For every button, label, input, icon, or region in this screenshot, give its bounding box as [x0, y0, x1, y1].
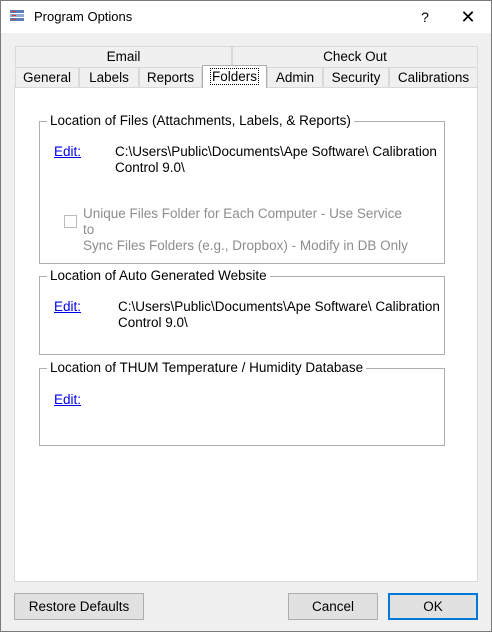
website-location-title: Location of Auto Generated Website: [47, 268, 270, 283]
tab-labels[interactable]: Labels: [79, 67, 139, 87]
tab-email-label: Email: [106, 49, 141, 64]
thum-database-location-title: Location of THUM Temperature / Humidity …: [47, 360, 367, 375]
tab-labels-label: Labels: [89, 70, 129, 85]
tab-security[interactable]: Security: [323, 67, 389, 87]
files-location-group: Location of Files (Attachments, Labels, …: [39, 113, 445, 264]
window-title: Program Options: [34, 9, 133, 24]
files-location-path-line2: Control 9.0\: [115, 160, 185, 175]
tab-check-out-label: Check Out: [323, 49, 387, 64]
tab-admin-label: Admin: [275, 70, 315, 85]
restore-defaults-button[interactable]: Restore Defaults: [14, 593, 144, 620]
tab-check-out[interactable]: Check Out: [232, 46, 478, 66]
tab-calibrations[interactable]: Calibrations: [389, 67, 478, 87]
website-location-path-line2: Control 9.0\: [118, 315, 188, 330]
unique-files-folder-label-line2: Sync Files Folders (e.g., Dropbox) - Mod…: [83, 238, 408, 253]
website-location-path: C:\Users\Public\Documents\Ape Software\ …: [118, 299, 440, 331]
files-location-title: Location of Files (Attachments, Labels, …: [47, 113, 354, 128]
tab-security-label: Security: [331, 70, 381, 85]
tab-reports-label: Reports: [146, 70, 195, 85]
ok-button[interactable]: OK: [388, 593, 478, 620]
unique-files-folder-label: Unique Files Folder for Each Computer - …: [83, 206, 413, 254]
unique-files-folder-label-line1: Unique Files Folder for Each Computer - …: [83, 206, 402, 237]
title-bar: Program Options ? ✕: [1, 1, 491, 33]
edit-thum-database-location-link[interactable]: Edit:: [54, 392, 81, 407]
tab-email[interactable]: Email: [15, 46, 232, 66]
tab-general-label: General: [22, 70, 72, 85]
program-options-icon: [10, 10, 24, 21]
files-location-path-line1: C:\Users\Public\Documents\Ape Software\ …: [115, 144, 437, 159]
folders-tab-panel: Location of Files (Attachments, Labels, …: [14, 87, 478, 582]
help-button[interactable]: ?: [411, 4, 439, 30]
tab-folders[interactable]: Folders: [202, 65, 267, 88]
edit-website-location-link[interactable]: Edit:: [54, 299, 81, 314]
tab-calibrations-label: Calibrations: [397, 70, 470, 85]
thum-database-location-group: Location of THUM Temperature / Humidity …: [39, 360, 445, 446]
tab-folders-label: Folders: [209, 68, 260, 85]
unique-files-folder-checkbox[interactable]: [64, 215, 77, 228]
cancel-button[interactable]: Cancel: [288, 593, 378, 620]
close-button[interactable]: ✕: [453, 4, 483, 30]
tab-reports[interactable]: Reports: [139, 67, 202, 87]
tab-general[interactable]: General: [15, 67, 79, 87]
website-location-group: Location of Auto Generated Website Edit:…: [39, 268, 445, 355]
edit-files-location-link[interactable]: Edit:: [54, 144, 81, 159]
files-location-path: C:\Users\Public\Documents\Ape Software\ …: [115, 144, 437, 176]
website-location-path-line1: C:\Users\Public\Documents\Ape Software\ …: [118, 299, 440, 314]
tab-admin[interactable]: Admin: [267, 67, 323, 87]
